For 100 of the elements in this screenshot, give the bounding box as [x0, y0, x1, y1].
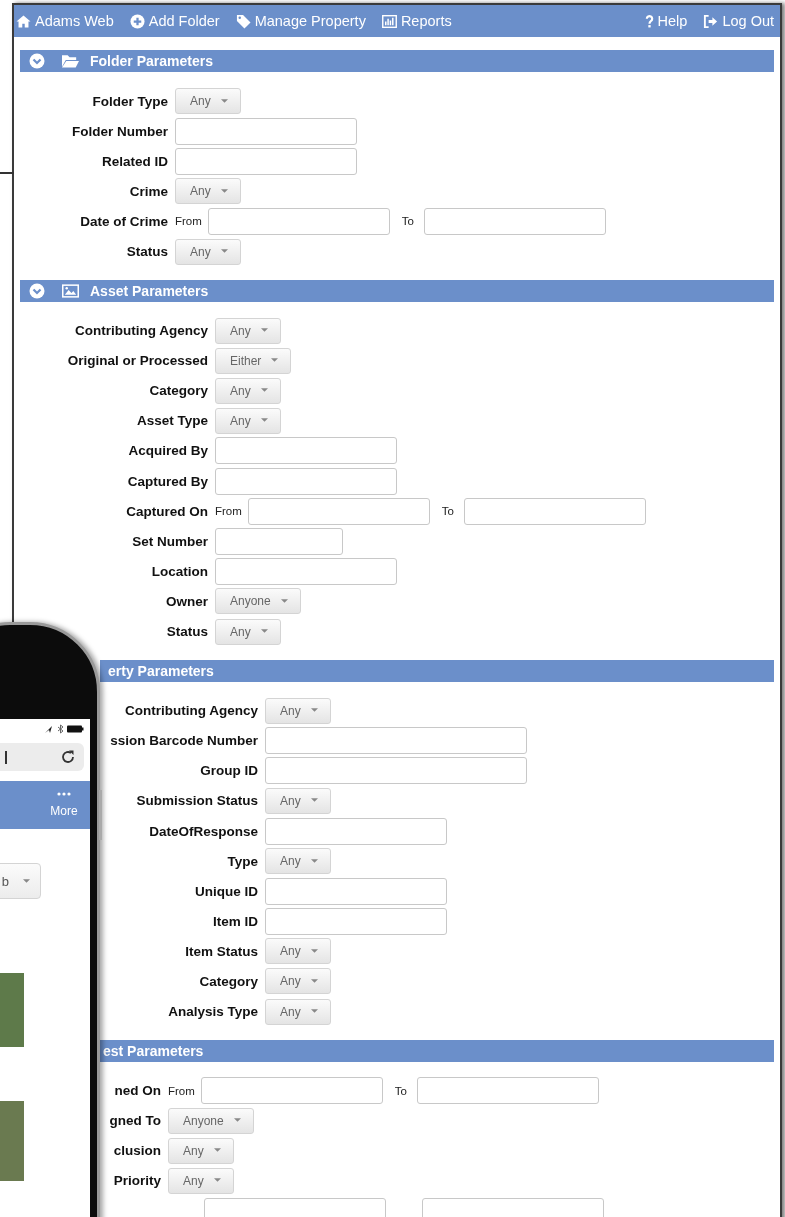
text-field[interactable]: [265, 757, 527, 785]
field-label: Category: [199, 974, 258, 989]
field-label: Group ID: [200, 763, 258, 779]
caret-icon: [260, 629, 268, 635]
section-title: erty Parameters: [108, 662, 214, 679]
field-label: Original or Processed: [67, 353, 208, 369]
logout-icon: [703, 13, 719, 29]
question-icon: [644, 13, 654, 29]
home-icon: [16, 13, 31, 29]
field-label: Folder Type: [92, 93, 168, 109]
caret-icon: [310, 1009, 318, 1015]
text-field[interactable]: [265, 877, 447, 905]
dropdown[interactable]: Either: [215, 347, 292, 374]
nav-link[interactable]: Log Out: [703, 13, 774, 29]
caret-icon: [213, 1178, 221, 1184]
field-label: Crime: [129, 183, 168, 199]
dropdown[interactable]: Any: [215, 377, 281, 404]
caret-icon: [220, 188, 228, 194]
text-field[interactable]: [215, 527, 343, 555]
text-field[interactable]: [175, 117, 357, 145]
dropdown[interactable]: Any: [265, 968, 331, 995]
date-to-field[interactable]: [464, 497, 646, 525]
field-label: Acquired By: [128, 443, 208, 459]
caret-icon: [220, 249, 228, 254]
folder-icon: [62, 54, 79, 68]
caret-icon: [260, 388, 268, 394]
reload-icon[interactable]: [60, 749, 76, 765]
caret-icon: [220, 98, 228, 104]
date-from-field[interactable]: [207, 207, 390, 235]
section-header[interactable]: Asset Parameters: [20, 279, 774, 302]
nav-link[interactable]: Add Folder: [129, 13, 220, 29]
text-field[interactable]: [175, 147, 357, 175]
field-label: Item Status: [185, 943, 258, 959]
field-label: Date of Crime: [80, 213, 168, 229]
to-label: To: [401, 215, 414, 228]
caret-icon: [260, 418, 268, 424]
nav-link[interactable]: Adams Web: [16, 13, 114, 29]
dropdown[interactable]: Any: [265, 787, 331, 814]
caret-icon: [310, 798, 318, 804]
field-label: ssion Barcode Number: [110, 733, 258, 749]
caret-icon: [23, 878, 30, 884]
tag-icon: [235, 13, 251, 29]
caret-icon: [233, 1118, 241, 1124]
dropdown[interactable]: Any: [175, 88, 241, 115]
field-label: clusion: [113, 1143, 161, 1159]
field-label: Owner: [166, 593, 208, 609]
field-label: Submission Status: [136, 793, 258, 809]
field-label: gned To: [109, 1113, 161, 1129]
from-label: From: [168, 1084, 195, 1097]
caret-icon: [310, 948, 318, 954]
field-label: Asset Type: [136, 413, 208, 429]
date-to-field[interactable]: [422, 1197, 604, 1217]
dropdown[interactable]: Any: [215, 618, 281, 645]
text-field[interactable]: [215, 437, 397, 465]
dropdown[interactable]: b: [0, 863, 41, 899]
dropdown[interactable]: Any: [265, 697, 331, 724]
date-from-field[interactable]: [200, 1077, 383, 1105]
field-label: Contributing Agency: [75, 323, 208, 339]
dropdown[interactable]: Any: [168, 1137, 234, 1164]
date-from-field[interactable]: [247, 497, 430, 525]
field-label: Location: [151, 563, 208, 579]
dropdown[interactable]: Anyone: [215, 588, 301, 615]
caret-icon: [271, 358, 279, 364]
text-field[interactable]: [265, 727, 527, 755]
field-label: Contributing Agency: [125, 703, 258, 719]
dropdown[interactable]: Any: [168, 1167, 234, 1194]
to-label: To: [441, 505, 454, 518]
text-field[interactable]: [265, 907, 447, 935]
text-field[interactable]: [265, 817, 447, 845]
text-field[interactable]: [215, 557, 397, 585]
field-label: Captured By: [127, 473, 208, 489]
dropdown[interactable]: Any: [215, 317, 281, 344]
bar-chart-icon: [381, 13, 397, 29]
section-title: Asset Parameters: [90, 282, 209, 299]
date-to-field[interactable]: [417, 1077, 599, 1105]
from-label: From: [175, 215, 202, 228]
field-label: Folder Number: [72, 123, 168, 139]
dropdown[interactable]: Any: [175, 178, 241, 205]
nav-link[interactable]: Help: [644, 13, 688, 29]
section-header[interactable]: erty Parameters: [100, 659, 774, 682]
text-field[interactable]: [215, 467, 397, 495]
dropdown[interactable]: Any: [175, 238, 241, 265]
field-label: Type: [227, 853, 258, 869]
section-header[interactable]: Folder Parameters: [20, 50, 774, 72]
date-to-field[interactable]: [424, 207, 606, 235]
dropdown[interactable]: Any: [215, 407, 281, 434]
date-from-field[interactable]: [204, 1197, 386, 1217]
section-header[interactable]: est Parameters: [100, 1039, 774, 1062]
field-label: Related ID: [101, 153, 168, 169]
field-label: Set Number: [132, 533, 208, 549]
dropdown[interactable]: Any: [265, 998, 331, 1025]
dropdown[interactable]: Anyone: [168, 1107, 254, 1134]
dropdown[interactable]: Any: [265, 938, 331, 965]
nav-link[interactable]: Reports: [381, 13, 452, 29]
caret-icon: [310, 708, 318, 714]
dropdown[interactable]: Any: [265, 848, 331, 875]
nav-link[interactable]: Manage Property: [235, 13, 366, 29]
caret-icon: [310, 979, 318, 984]
to-label: To: [394, 1084, 407, 1097]
from-label: From: [215, 505, 242, 518]
